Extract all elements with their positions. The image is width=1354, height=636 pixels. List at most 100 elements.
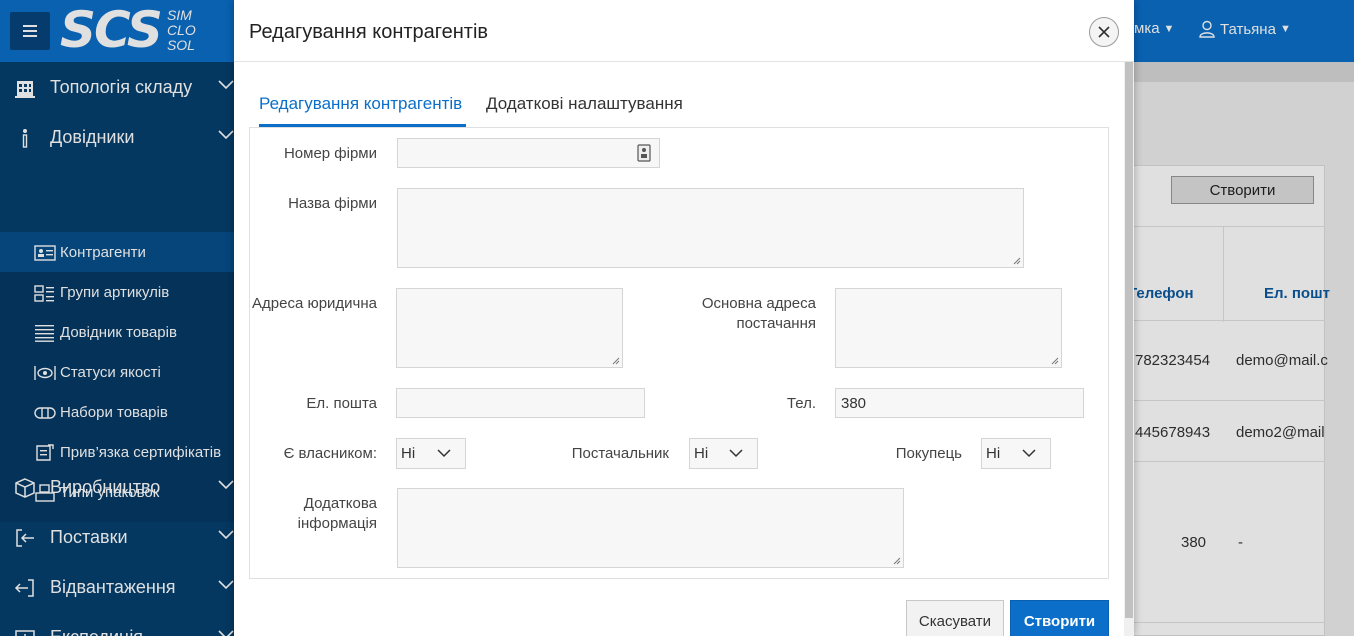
sign-in-icon bbox=[16, 529, 34, 547]
dialog-title: Редагування контрагентів bbox=[249, 21, 489, 43]
select-value: Ні bbox=[401, 445, 416, 462]
background-create-button[interactable]: Створити bbox=[1171, 176, 1314, 204]
close-button[interactable] bbox=[1089, 17, 1119, 47]
list-icon bbox=[35, 325, 54, 342]
email-input[interactable] bbox=[396, 388, 645, 418]
header-menu-dropdown[interactable]: мка ▼ bbox=[1134, 20, 1174, 37]
chevron-down-icon bbox=[218, 80, 234, 90]
cancel-button[interactable]: Скасувати bbox=[906, 600, 1004, 636]
tab-edit-counterparties[interactable]: Редагування контрагентів bbox=[259, 94, 462, 114]
is-owner-label: Є власником: bbox=[283, 445, 377, 462]
sidebar-item-products-directory[interactable]: Довідник товарів bbox=[0, 312, 234, 352]
additional-info-label: Додаткова інформація bbox=[297, 495, 377, 532]
supply-address-textarea[interactable] bbox=[835, 288, 1062, 368]
resize-grip-icon[interactable] bbox=[1050, 356, 1059, 365]
logo-text: SCS bbox=[60, 1, 163, 59]
sidebar-item-expedition[interactable]: Експедиція bbox=[0, 612, 234, 636]
sidebar: Топологія складу Довідники Контрагенти Г… bbox=[0, 62, 234, 636]
chevron-down-icon bbox=[437, 449, 451, 458]
sign-out-icon bbox=[14, 579, 34, 597]
sidebar-item-references[interactable]: Довідники bbox=[0, 112, 234, 162]
sidebar-item-counterparties[interactable]: Контрагенти bbox=[0, 232, 234, 272]
legal-address-textarea[interactable] bbox=[396, 288, 623, 368]
sidebar-item-topology[interactable]: Топологія складу bbox=[0, 62, 234, 112]
table-divider bbox=[1133, 461, 1325, 462]
caret-down-icon: ▼ bbox=[1163, 22, 1175, 35]
sidebar-item-label: Довідник товарів bbox=[60, 324, 177, 341]
app-logo[interactable]: SCS SIM CLO SOL bbox=[60, 4, 196, 56]
firm-number-input[interactable] bbox=[397, 138, 660, 168]
sidebar-item-label: Виробництво bbox=[50, 476, 161, 497]
warehouse-icon bbox=[15, 81, 35, 98]
tab-additional-settings[interactable]: Додаткові налаштування bbox=[486, 94, 683, 114]
chevron-down-icon bbox=[218, 530, 234, 540]
logo-subtext: SIM CLO SOL bbox=[166, 6, 196, 53]
resize-grip-icon[interactable] bbox=[892, 556, 901, 565]
sidebar-item-label: Топологія складу bbox=[50, 76, 193, 97]
table-divider bbox=[1133, 320, 1325, 321]
sidebar-item-product-sets[interactable]: Набори товарів bbox=[0, 392, 234, 432]
header-menu-label: мка bbox=[1134, 20, 1160, 37]
table-column-divider bbox=[1223, 226, 1224, 322]
supplier-label: Постачальник bbox=[571, 445, 669, 462]
sidebar-item-label: Довідники bbox=[50, 126, 135, 147]
firm-name-textarea[interactable] bbox=[397, 188, 1024, 268]
groups-icon bbox=[34, 285, 54, 302]
phone-input[interactable]: 380 bbox=[835, 388, 1084, 418]
sidebar-item-supplies[interactable]: Поставки bbox=[0, 512, 234, 562]
sidebar-item-label: Контрагенти bbox=[60, 244, 146, 261]
table-cell-email: demo2@mail bbox=[1236, 424, 1325, 441]
edit-counterparty-dialog: Редагування контрагентів Редагування кон… bbox=[234, 0, 1134, 636]
table-header-email[interactable]: Ел. пошт bbox=[1264, 285, 1330, 302]
resize-grip-icon[interactable] bbox=[1012, 256, 1021, 265]
sidebar-item-label: Набори товарів bbox=[60, 404, 168, 421]
resize-grip-icon[interactable] bbox=[611, 356, 620, 365]
table-cell-phone: 445678943 bbox=[1135, 424, 1211, 441]
chevron-down-icon bbox=[729, 449, 743, 458]
pill-icon bbox=[34, 407, 56, 419]
chevron-down-icon bbox=[218, 580, 234, 590]
additional-info-textarea[interactable] bbox=[397, 488, 904, 568]
sidebar-item-article-groups[interactable]: Групи артикулів bbox=[0, 272, 234, 312]
firm-name-label: Назва фірми bbox=[288, 195, 377, 212]
eye-icon bbox=[34, 366, 56, 380]
chevron-down-icon bbox=[218, 480, 234, 490]
expedition-icon bbox=[15, 630, 35, 636]
dialog-header: Редагування контрагентів bbox=[234, 0, 1134, 62]
select-value: Ні bbox=[694, 445, 709, 462]
sidebar-item-shipments[interactable]: Відвантаження bbox=[0, 562, 234, 612]
sidebar-item-quality-statuses[interactable]: Статуси якості bbox=[0, 352, 234, 392]
table-divider bbox=[1133, 622, 1325, 623]
sidebar-item-label: Статуси якості bbox=[60, 364, 161, 381]
user-icon bbox=[1199, 20, 1215, 38]
table-cell-email: - bbox=[1238, 534, 1243, 551]
chevron-down-icon bbox=[1022, 449, 1036, 458]
supply-address-label: Основна адреса постачання bbox=[701, 295, 816, 332]
phone-label: Тел. bbox=[786, 395, 816, 412]
buyer-select[interactable]: Ні bbox=[981, 438, 1051, 469]
sidebar-item-label: Експедиція bbox=[50, 627, 143, 636]
is-owner-select[interactable]: Ні bbox=[396, 438, 466, 469]
dialog-scrollbar-thumb[interactable] bbox=[1125, 62, 1133, 618]
sidebar-item-label: Поставки bbox=[50, 526, 128, 547]
chevron-down-icon bbox=[218, 130, 234, 140]
table-cell-email: demo@mail.c bbox=[1236, 352, 1328, 369]
user-menu[interactable]: Татьяна ▼ bbox=[1198, 20, 1291, 38]
table-cell-phone: 380 bbox=[1181, 534, 1207, 551]
menu-toggle-button[interactable] bbox=[10, 12, 50, 50]
close-icon bbox=[1098, 26, 1110, 38]
sidebar-item-label: Відвантаження bbox=[50, 576, 176, 597]
select-value: Ні bbox=[986, 445, 1001, 462]
id-card-icon bbox=[34, 245, 56, 261]
table-divider bbox=[1133, 400, 1325, 401]
supplier-select[interactable]: Ні bbox=[689, 438, 758, 469]
table-header-phone[interactable]: Телефон bbox=[1128, 285, 1194, 302]
info-icon bbox=[22, 129, 28, 148]
lookup-icon[interactable] bbox=[637, 144, 651, 162]
sidebar-item-production[interactable]: Виробництво bbox=[0, 462, 234, 512]
caret-down-icon: ▼ bbox=[1279, 23, 1291, 35]
sidebar-item-label: Групи артикулів bbox=[60, 284, 170, 301]
box-icon bbox=[15, 478, 35, 498]
table-cell-phone: 782323454 bbox=[1135, 352, 1211, 369]
create-button[interactable]: Створити bbox=[1010, 600, 1109, 636]
